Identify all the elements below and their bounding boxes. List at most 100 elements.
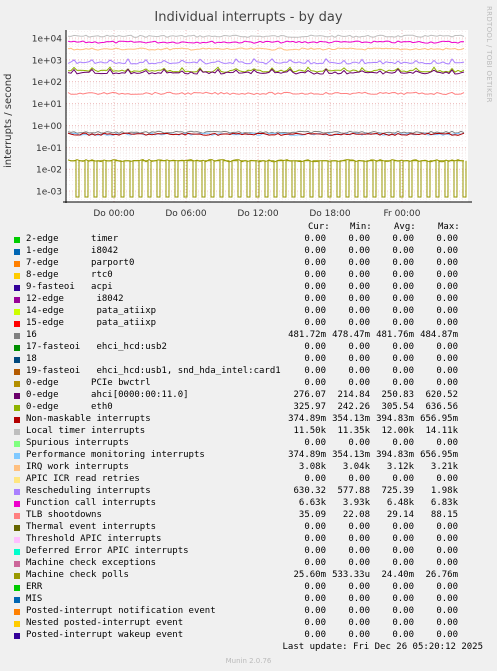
legend-label: Posted-interrupt wakeup event [26, 630, 184, 640]
legend-max: 0.00 [436, 438, 458, 448]
legend-row: Nested posted-interrupt event 0.00 0.00 0.0… [12, 618, 487, 630]
legend-row: Thermal event interrupts 0.00 0.00 0.00 0.00 [12, 522, 487, 534]
legend-header-max: Max: [438, 222, 460, 232]
legend-label: 14-edge pata_atiixp [26, 306, 157, 316]
x-tick-label: Fr 00:00 [383, 209, 420, 219]
legend-max: 0.00 [436, 306, 458, 316]
legend-swatch [14, 573, 20, 579]
legend-label: Threshold APIC interrupts [26, 534, 162, 544]
legend-max: 0.00 [436, 594, 458, 604]
legend-row: TLB shootdowns 35.09 22.08 29.14 88.15 [12, 510, 487, 522]
legend-max: 0.00 [436, 606, 458, 616]
legend-swatch [14, 237, 20, 243]
legend-row: 18 0.00 0.00 0.00 0.00 [12, 354, 487, 366]
legend-swatch [14, 381, 20, 387]
y-tick-label: 1e+01 [32, 100, 62, 110]
legend-max: 3.21k [430, 462, 458, 472]
legend-label: Spurious interrupts [26, 438, 129, 448]
legend-swatch [14, 453, 20, 459]
legend-row: Performance monitoring interrupts 374.89m… [12, 450, 487, 462]
legend-label: 16 [26, 330, 37, 340]
legend-label: Posted-interrupt notification event [26, 606, 216, 616]
legend-max: 0.00 [436, 630, 458, 640]
legend-swatch [14, 393, 20, 399]
legend-label: Machine check exceptions [26, 558, 157, 568]
legend-row: 15-edge pata_atiixp 0.00 0.00 0.00 0.00 [12, 318, 487, 330]
legend-label: Nested posted-interrupt event [26, 618, 184, 628]
legend-label: 18 [26, 354, 37, 364]
legend-max: 14.11k [425, 426, 458, 436]
legend-label: Performance monitoring interrupts [26, 450, 205, 460]
legend-row: Spurious interrupts 0.00 0.00 0.00 0.00 [12, 438, 487, 450]
y-tick-label: 1e+00 [32, 122, 63, 132]
legend-max: 0.00 [436, 582, 458, 592]
legend-row: Deferred Error APIC interrupts 0.00 0.00 0.… [12, 546, 487, 558]
legend-swatch [14, 525, 20, 531]
legend-row: 7-edge parport0 0.00 0.00 0.00 0.00 [12, 258, 487, 270]
legend-header-avg: Avg: [394, 222, 416, 232]
legend-row: Rescheduling interrupts 630.32 577.88 725.3… [12, 486, 487, 498]
legend-row: Non-maskable interrupts 374.89m 354.13m 394… [12, 414, 487, 426]
legend-label: Non-maskable interrupts [26, 414, 151, 424]
legend-max: 0.00 [436, 474, 458, 484]
legend-row: 16 481.72m 478.47m 481.76m 484.87m [12, 330, 487, 342]
legend-label: Local timer interrupts [26, 426, 146, 436]
x-tick-label: Do 06:00 [165, 209, 207, 219]
legend-max: 0.00 [436, 234, 458, 244]
legend-label: Thermal event interrupts [26, 522, 157, 532]
legend-max: 656.95m [420, 450, 458, 460]
legend-header-min: Min: [350, 222, 372, 232]
legend-label: 1-edge i8042 [26, 246, 119, 256]
legend-swatch [14, 345, 20, 351]
legend-swatch [14, 405, 20, 411]
y-axis-label: interrupts / second [3, 73, 14, 168]
legend-row: Function call interrupts 6.63k 3.93k 6.48k 6… [12, 498, 487, 510]
legend-max: 0.00 [436, 378, 458, 388]
legend-max: 1.98k [430, 486, 458, 496]
legend-label: 19-fasteoi ehci_hcd:usb1, snd_hda_intel:… [26, 366, 281, 376]
y-tick-labels: 1e-03 1e-02 1e-01 1e+00 1e+01 1e+02 1e+03 1e+04 [32, 35, 63, 198]
legend-row: 9-fasteoi acpi 0.00 0.00 0.00 0.00 [12, 282, 487, 294]
legend-swatch [14, 477, 20, 483]
legend-row: ERR 0.00 0.00 0.00 0.00 [12, 582, 487, 594]
legend-swatch [14, 309, 20, 315]
legend-row: 0-edge eth0 325.97 242.26 305.54 636.56 [12, 402, 487, 414]
y-tick-label: 1e+04 [32, 35, 63, 45]
y-tick-label: 1e-01 [36, 144, 62, 154]
legend-swatch [14, 249, 20, 255]
legend-label: Machine check polls [26, 570, 129, 580]
legend-row: IRQ work interrupts 3.08k 3.04k 3.12k 3.21k [12, 462, 487, 474]
legend-max: 0.00 [436, 282, 458, 292]
legend-max: 6.83k [430, 498, 458, 508]
legend-row: Posted-interrupt wakeup event 0.00 0.00 0.0… [12, 630, 487, 642]
legend-swatch [14, 369, 20, 375]
legend-max: 0.00 [436, 522, 458, 532]
legend-header-cur: Cur: [308, 222, 330, 232]
y-tick-label: 1e+02 [32, 78, 62, 88]
legend-row: Threshold APIC interrupts 0.00 0.00 0.00 0.0… [12, 534, 487, 546]
legend-swatch [14, 585, 20, 591]
x-tick-label: Do 12:00 [237, 209, 279, 219]
legend-swatch [14, 417, 20, 423]
legend-label: 0-edge ahci[0000:00:11.0] [26, 390, 189, 400]
legend-max: 0.00 [436, 558, 458, 568]
legend-row: APIC ICR read retries 0.00 0.00 0.00 0.00 [12, 474, 487, 486]
x-tick-labels: Do 00:00 Do 06:00 Do 12:00 Do 18:00 Fr 00:00 [93, 209, 420, 219]
legend-row: MIS 0.00 0.00 0.00 0.00 [12, 594, 487, 606]
legend-row: 14-edge pata_atiixp 0.00 0.00 0.00 0.00 [12, 306, 487, 318]
legend-label: Function call interrupts [26, 498, 157, 508]
legend-label: 0-edge PCIe bwctrl [26, 378, 151, 388]
legend-max: 0.00 [436, 318, 458, 328]
legend-swatch [14, 609, 20, 615]
legend-swatch [14, 261, 20, 267]
legend-swatch [14, 513, 20, 519]
legend-label: APIC ICR read retries [26, 474, 140, 484]
legend-label: Rescheduling interrupts [26, 486, 151, 496]
legend-swatch [14, 429, 20, 435]
legend-label: Deferred Error APIC interrupts [26, 546, 189, 556]
x-tick-label: Do 00:00 [93, 209, 135, 219]
legend-swatch [14, 633, 20, 639]
legend-row: 0-edge ahci[0000:00:11.0] 276.07 214.84 250… [12, 390, 487, 402]
legend-label: TLB shootdowns [26, 510, 102, 520]
legend-max: 0.00 [436, 534, 458, 544]
